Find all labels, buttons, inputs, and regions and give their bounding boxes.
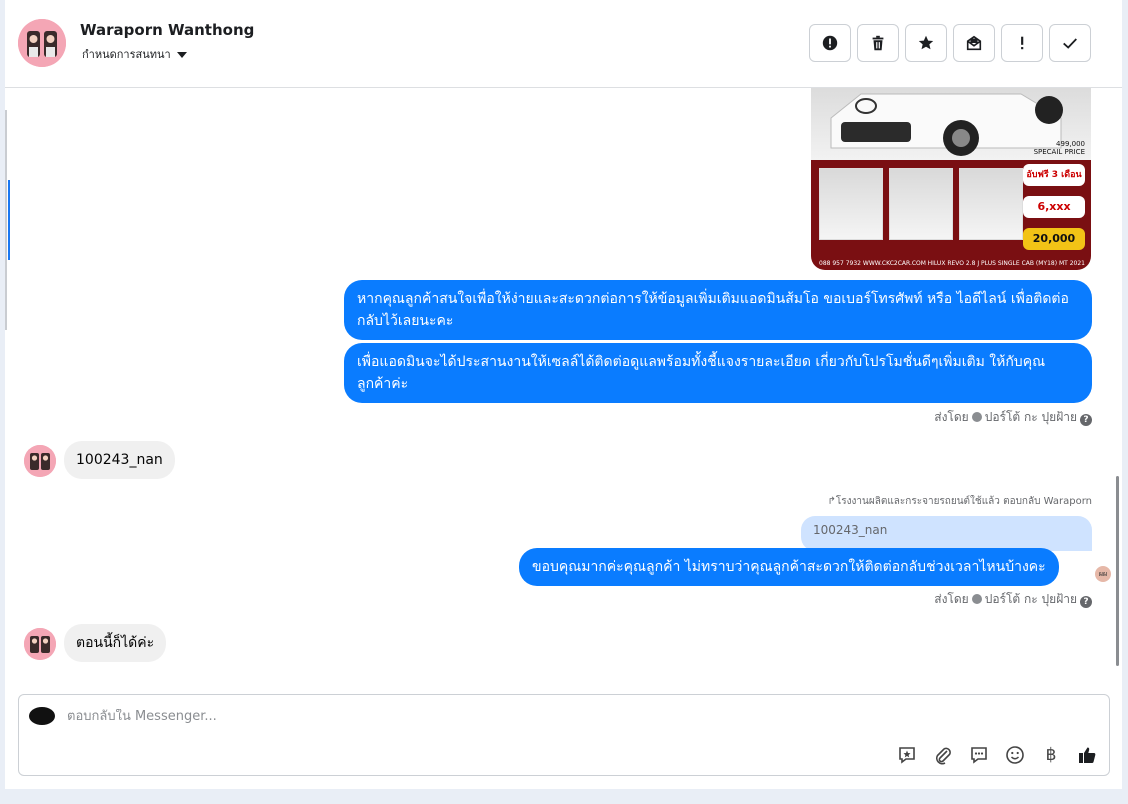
outgoing-message[interactable]: หากคุณลูกค้าสนใจเพื่อให้ง่ายและสะดวกต่อก… [344, 280, 1092, 340]
star-button[interactable] [905, 24, 947, 62]
page-logo [29, 707, 55, 725]
composer-toolbar: ฿ [895, 743, 1099, 767]
spam-icon [822, 35, 838, 51]
attach-button[interactable] [931, 743, 955, 767]
important-icon [1021, 36, 1024, 50]
baht-icon: ฿ [1045, 745, 1057, 765]
spam-button[interactable] [809, 24, 851, 62]
done-icon [1063, 38, 1077, 49]
contact-avatar-small[interactable] [24, 445, 56, 477]
reply-input[interactable] [67, 709, 767, 724]
done-button[interactable] [1049, 24, 1091, 62]
mark-unread-icon [966, 35, 982, 51]
conversation-header: Waraporn Wanthong กำหนดการสนทนา [5, 0, 1122, 88]
outgoing-message[interactable]: ขอบคุณมากค่ะคุณลูกค้า ไม่ทราบว่าคุณลูกค้… [519, 548, 1059, 586]
quoted-message[interactable]: 100243_nan [801, 516, 1092, 551]
promo-tile [959, 168, 1023, 240]
promo-footer-contact: 088 957 7932 WWW.CKC2CAR.COM [819, 260, 926, 267]
saved-reply-icon [899, 747, 915, 764]
seen-avatar: ผผ [1095, 566, 1111, 582]
like-icon [1079, 747, 1096, 763]
reply-arrow-icon: ↱ [827, 496, 836, 507]
contact-avatar-small[interactable] [24, 628, 56, 660]
saved-reply-button[interactable] [895, 743, 919, 767]
important-button[interactable] [1001, 24, 1043, 62]
incoming-message[interactable]: ตอนนี้ก็ได้ค่ะ [64, 624, 167, 662]
contact-name[interactable]: Waraporn Wanthong [80, 21, 254, 39]
reply-composer: ฿ [18, 694, 1110, 776]
sent-by-label: ส่งโดย ปอร์โต้ กะ ปุยฝ้าย? [934, 408, 1092, 427]
promo-price: 499,000 [1056, 140, 1085, 148]
delete-button[interactable] [857, 24, 899, 62]
promo-badge-3: 20,000 [1023, 228, 1085, 250]
caret-down-icon [176, 52, 187, 58]
incoming-message[interactable]: 100243_nan [64, 441, 175, 479]
payment-button[interactable]: ฿ [1039, 743, 1063, 767]
help-icon[interactable]: ? [1080, 414, 1092, 426]
emoji-button[interactable] [1003, 743, 1027, 767]
scrollbar-thumb[interactable] [1116, 476, 1119, 666]
promo-badge-1: อับฟรี 3 เดือน [1023, 164, 1085, 186]
promo-tile [889, 168, 953, 240]
mark-unread-button[interactable] [953, 24, 995, 62]
chat-icon [971, 747, 987, 764]
promo-image-attachment[interactable]: 499,000 SPECAIL PRICE อับฟรี 3 เดือน 6,xx… [811, 88, 1091, 270]
verified-icon [971, 594, 982, 604]
verified-icon [971, 412, 982, 422]
promo-footer-model: HILUX REVO 2.8 J PLUS SINGLE CAB (MY18) … [927, 260, 1085, 267]
promo-badge-2: 6,xxx [1023, 196, 1085, 218]
contact-avatar[interactable] [18, 19, 66, 67]
chat-button[interactable] [967, 743, 991, 767]
assign-conversation-dropdown[interactable]: กำหนดการสนทนา [82, 45, 187, 63]
header-actions [809, 24, 1091, 62]
sender-name: ปอร์โต้ กะ ปุยฝ้าย [984, 410, 1077, 424]
reply-context-note: ↱โรงงานผลิตและกระจายรถยนต์ใช้แล้ว ตอบกลั… [827, 496, 1092, 507]
trash-icon [872, 35, 884, 51]
outgoing-message[interactable]: เพื่อแอดมินจะได้ประสานงานให้เซลล์ได้ติดต… [344, 343, 1092, 403]
like-button[interactable] [1075, 743, 1099, 767]
conversation-panel: Waraporn Wanthong กำหนดการสนทนา 499,000 … [5, 0, 1122, 789]
message-list[interactable]: 499,000 SPECAIL PRICE อับฟรี 3 เดือน 6,xx… [5, 88, 1122, 682]
star-icon [918, 35, 934, 50]
sent-by-label: ส่งโดย ปอร์โต้ กะ ปุยฝ้าย? [934, 590, 1092, 609]
promo-tile [819, 168, 883, 240]
attach-icon [936, 747, 951, 765]
emoji-icon [1006, 746, 1024, 764]
assign-label: กำหนดการสนทนา [82, 48, 171, 61]
sender-name: ปอร์โต้ กะ ปุยฝ้าย [984, 592, 1077, 606]
promo-price-sub: SPECAIL PRICE [1033, 148, 1085, 156]
help-icon[interactable]: ? [1080, 596, 1092, 608]
